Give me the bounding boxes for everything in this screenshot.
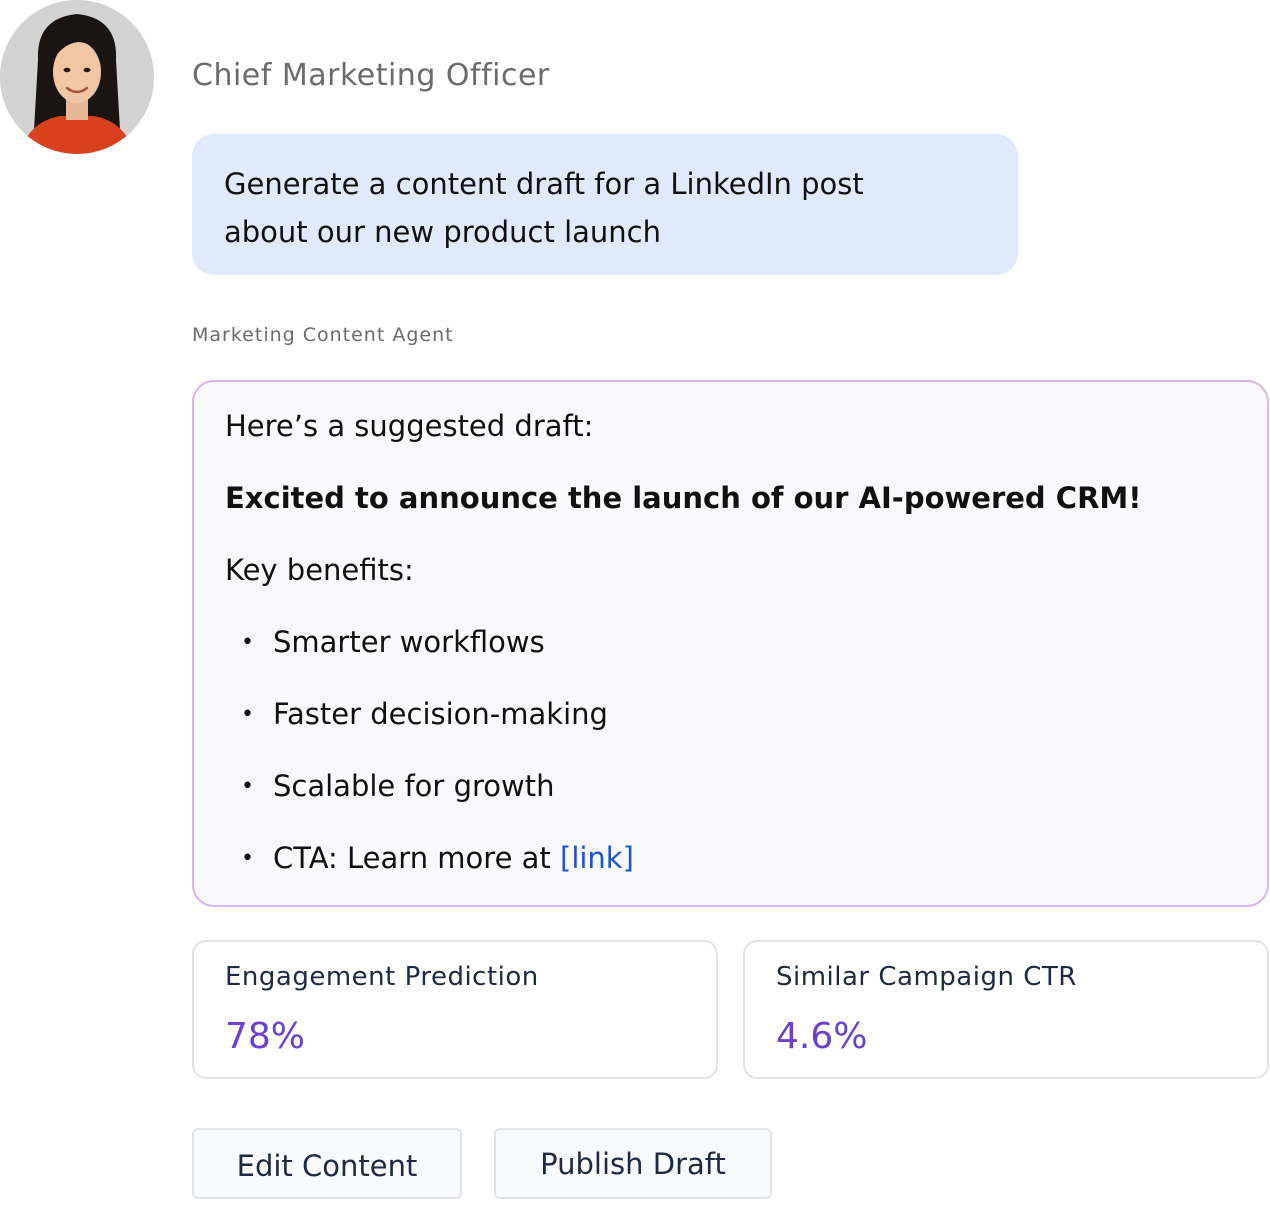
benefit-text: Scalable for growth — [273, 769, 555, 803]
bullet-icon: • — [241, 774, 254, 799]
agent-name-label: Marketing Content Agent — [192, 324, 454, 346]
draft-headline: Excited to announce the launch of our AI… — [225, 481, 1142, 515]
edit-content-button[interactable]: Edit Content — [192, 1128, 462, 1199]
user-role-title: Chief Marketing Officer — [192, 58, 550, 93]
metric-card-ctr: Similar Campaign CTR 4.6% — [743, 940, 1269, 1079]
cta-link[interactable]: [link] — [560, 841, 634, 875]
metric-label: Engagement Prediction — [225, 962, 539, 992]
person-portrait-icon — [0, 0, 154, 154]
benefit-list-item: • CTA: Learn more at [link] — [241, 841, 634, 875]
agent-intro-text: Here’s a suggested draft: — [225, 409, 594, 443]
user-message-line: about our new product launch — [224, 215, 661, 249]
benefit-text: Faster decision-making — [273, 697, 608, 731]
metric-card-engagement: Engagement Prediction 78% — [192, 940, 718, 1079]
metric-value: 78% — [225, 1016, 306, 1057]
publish-draft-button[interactable]: Publish Draft — [494, 1128, 772, 1199]
benefit-list-item: • Scalable for growth — [241, 769, 554, 803]
bullet-icon: • — [241, 702, 254, 727]
metric-value: 4.6% — [776, 1016, 868, 1057]
benefit-text: Smarter workflows — [273, 625, 545, 659]
user-message-line: Generate a content draft for a LinkedIn … — [224, 167, 864, 201]
cta-text: CTA: Learn more at — [273, 841, 560, 875]
bullet-icon: • — [241, 630, 254, 655]
agent-response-card: Here’s a suggested draft: Excited to ann… — [192, 380, 1269, 907]
metric-label: Similar Campaign CTR — [776, 962, 1077, 992]
bullet-icon: • — [241, 846, 254, 871]
user-message-bubble: Generate a content draft for a LinkedIn … — [192, 134, 1018, 275]
benefit-list-item: • Smarter workflows — [241, 625, 545, 659]
benefits-label: Key benefits: — [225, 553, 414, 587]
avatar — [0, 0, 154, 154]
benefit-list-item: • Faster decision-making — [241, 697, 608, 731]
